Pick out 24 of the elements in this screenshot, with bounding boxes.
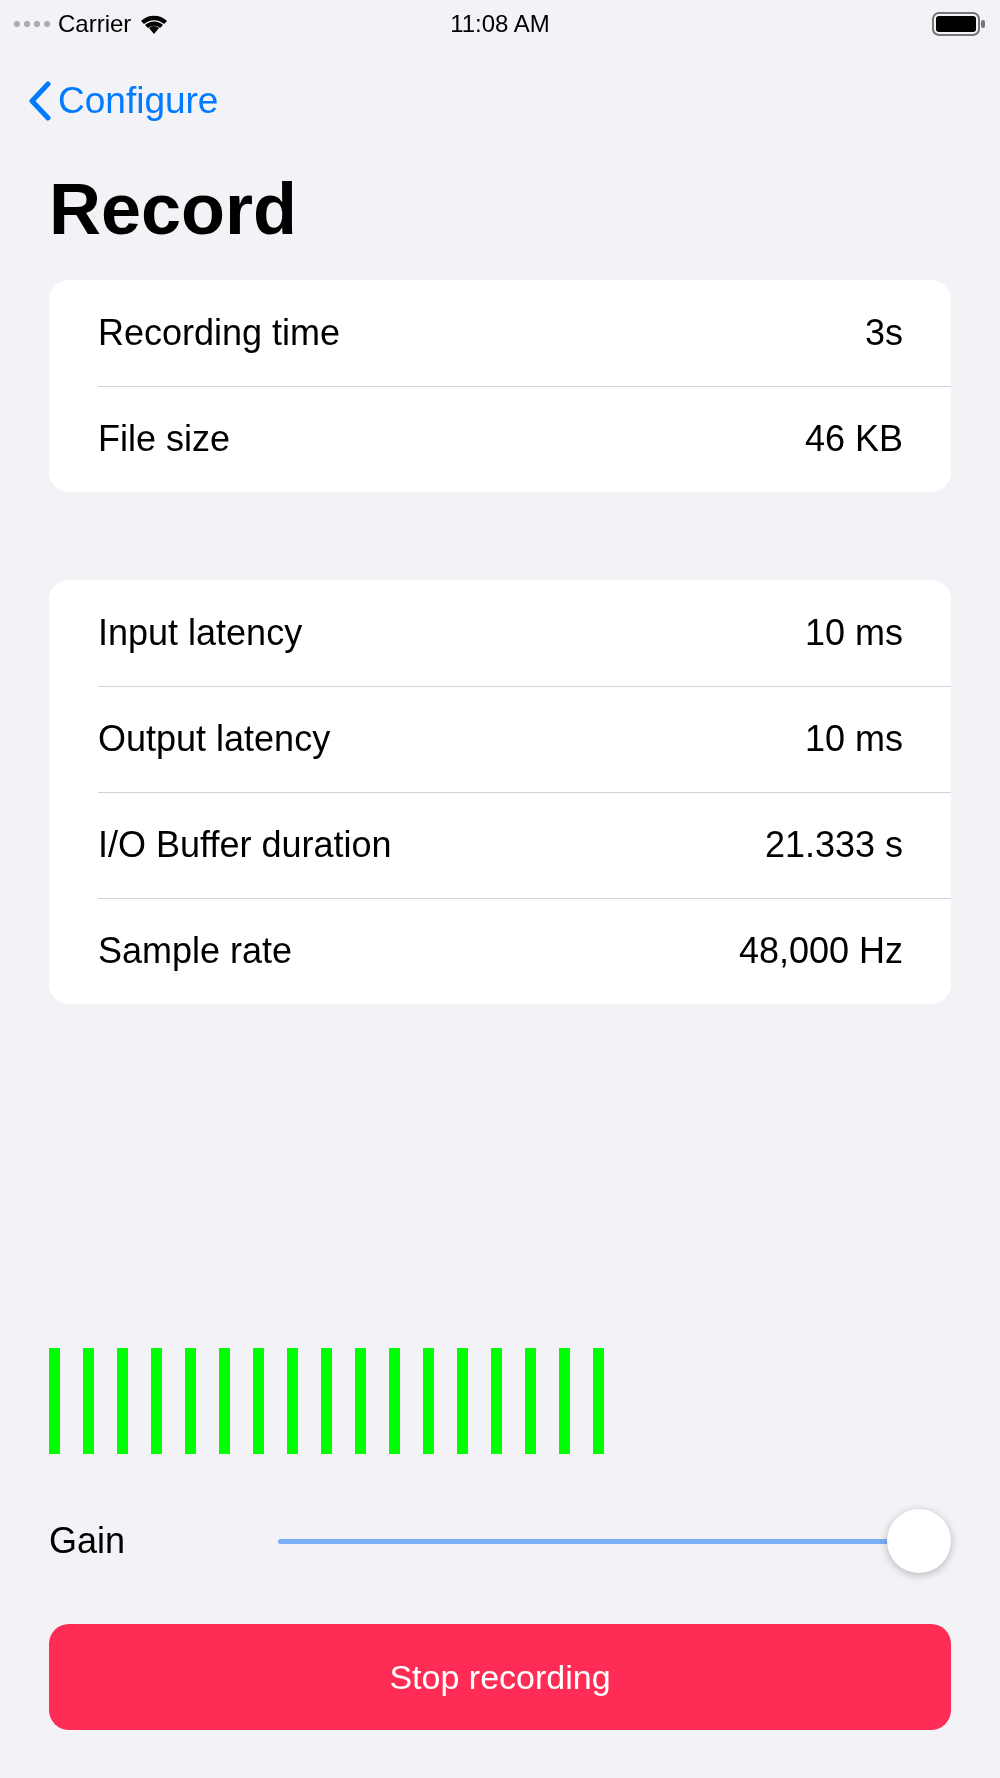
row-value: 21.333 s bbox=[764, 824, 903, 866]
slider-thumb[interactable] bbox=[887, 1509, 951, 1573]
row-label: Input latency bbox=[98, 612, 303, 654]
gain-label: Gain bbox=[49, 1520, 127, 1562]
row-value: 3s bbox=[864, 312, 903, 354]
wifi-icon bbox=[139, 13, 170, 35]
status-time: 11:08 AM bbox=[450, 10, 550, 37]
signal-icon bbox=[14, 20, 50, 28]
back-button[interactable]: Configure bbox=[28, 80, 219, 122]
stop-recording-button[interactable]: Stop recording bbox=[49, 1624, 951, 1730]
row-label: Sample rate bbox=[98, 930, 293, 972]
row-value: 46 KB bbox=[804, 418, 903, 460]
page-title: Record bbox=[48, 168, 299, 251]
row-value: 48,000 Hz bbox=[738, 930, 903, 972]
carrier-name: Carrier bbox=[58, 10, 132, 38]
chevron-left-icon bbox=[28, 81, 52, 121]
row-label: File size bbox=[98, 418, 231, 460]
row-label: I/O Buffer duration bbox=[98, 824, 392, 866]
gain-slider[interactable] bbox=[278, 1509, 951, 1573]
row-label: Recording time bbox=[98, 312, 341, 354]
row-value: 10 ms bbox=[804, 612, 903, 654]
row-value: 10 ms bbox=[804, 718, 903, 760]
battery-icon bbox=[932, 12, 986, 36]
row-label: Output latency bbox=[98, 718, 331, 760]
